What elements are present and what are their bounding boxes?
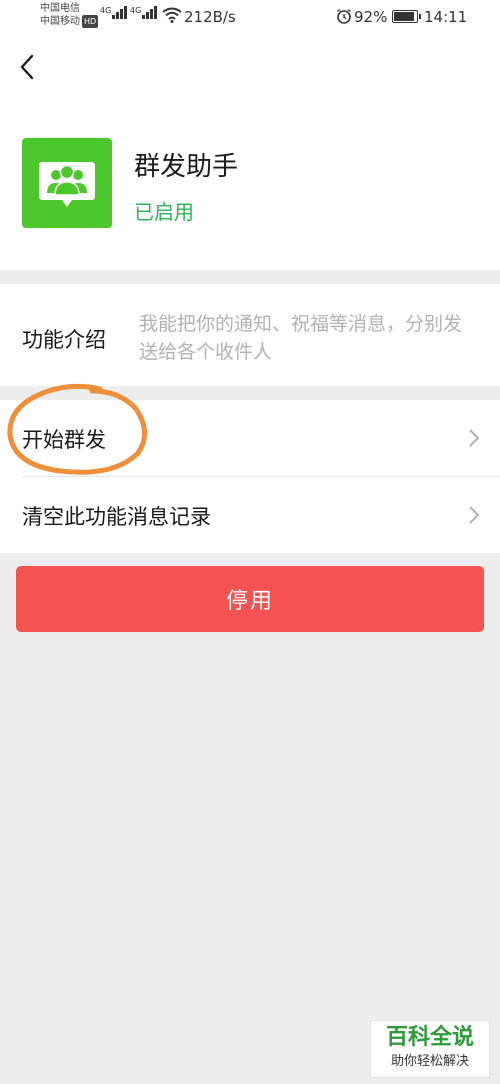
clear-history-label: 清空此功能消息记录 — [22, 505, 211, 529]
carrier-1: 中国电信 — [40, 3, 80, 14]
status-bar: 中国电信 中国移动 HD 4G 4G 212B/s 92% 14:11 — [0, 0, 500, 34]
battery-icon — [392, 10, 421, 23]
network-speed: 212B/s — [184, 8, 236, 26]
carrier-info: 中国电信 中国移动 HD — [40, 2, 99, 28]
network-type-1: 4G — [100, 6, 112, 15]
disable-button[interactable]: 停用 — [16, 566, 484, 632]
battery-percent: 92% — [354, 8, 388, 26]
app-status: 已启用 — [134, 200, 194, 224]
watermark-subtitle: 助你轻松解决 — [390, 1054, 469, 1069]
wifi-icon — [162, 7, 182, 23]
chevron-right-icon — [469, 429, 480, 447]
watermark-logo: 百科全说 助你轻松解决 — [370, 1020, 490, 1078]
app-title: 群发助手 — [134, 152, 239, 182]
feature-intro-text: 我能把你的通知、祝福等消息，分别发送给各个收件人 — [139, 313, 463, 363]
alarm-icon — [337, 8, 351, 24]
signal-1-icon: 4G — [100, 6, 128, 19]
start-broadcast-label: 开始群发 — [22, 428, 106, 452]
signal-2-icon: 4G — [130, 6, 158, 19]
group-chat-icon — [22, 138, 112, 228]
watermark-title: 百科全说 — [385, 1025, 474, 1050]
network-type-2: 4G — [130, 6, 142, 15]
clock: 14:11 — [424, 8, 468, 26]
start-broadcast-item[interactable]: 开始群发 — [0, 400, 500, 477]
clear-history-item[interactable]: 清空此功能消息记录 — [0, 477, 500, 553]
chevron-right-icon — [469, 506, 480, 524]
feature-intro-section: 功能介绍 我能把你的通知、祝福等消息，分别发送给各个收件人 — [0, 284, 500, 386]
hd-badge: HD — [82, 15, 99, 28]
feature-intro-label: 功能介绍 — [22, 328, 106, 352]
app-header: 群发助手 已启用 — [0, 34, 500, 270]
back-arrow-icon[interactable] — [14, 52, 42, 82]
action-list: 开始群发 清空此功能消息记录 — [0, 400, 500, 553]
carrier-2: 中国移动 — [40, 16, 80, 27]
